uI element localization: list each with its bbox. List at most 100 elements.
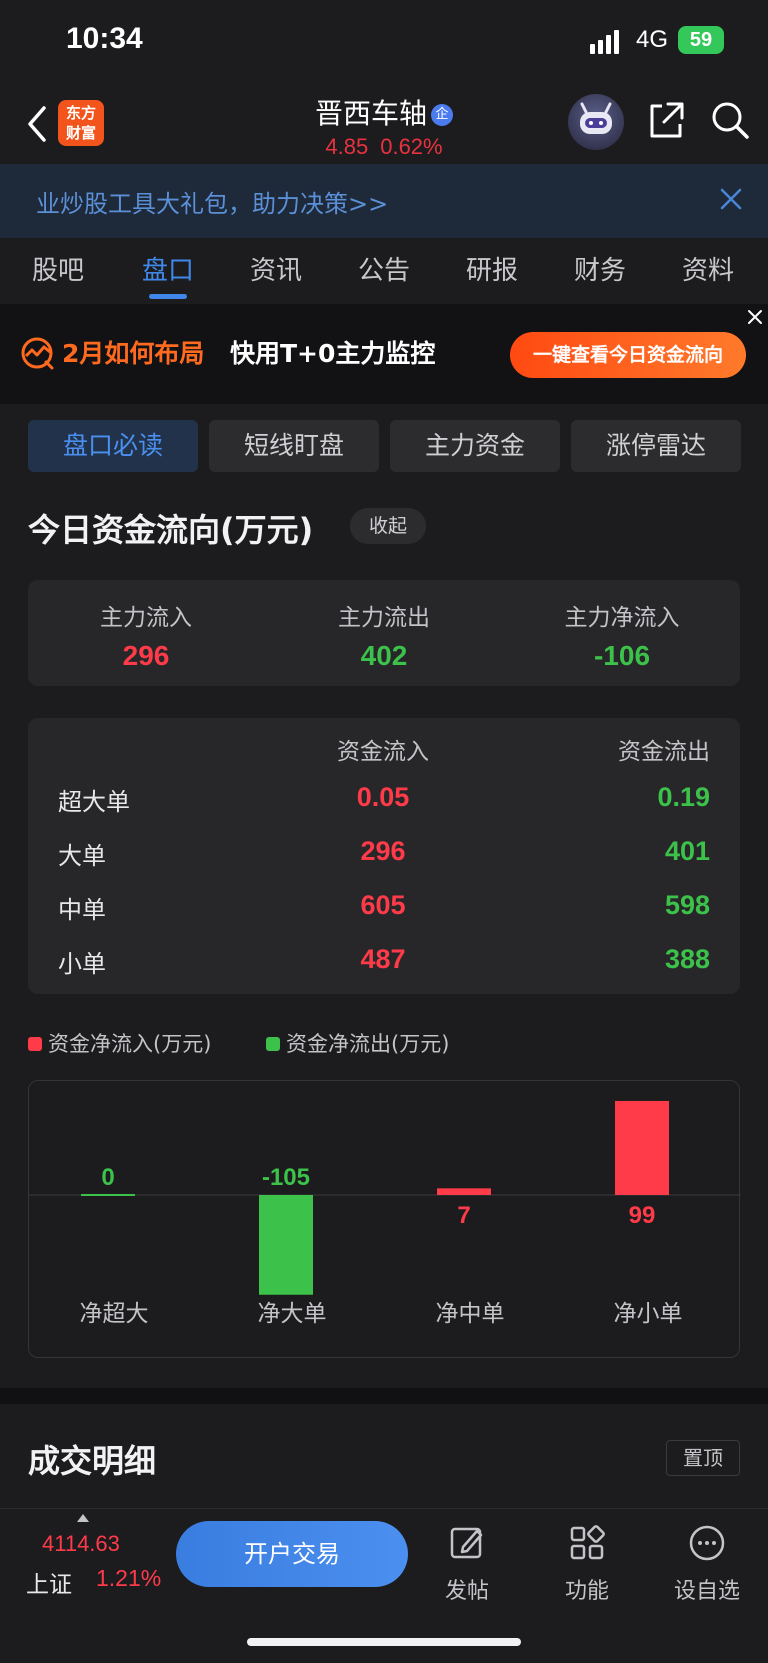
grid-icon xyxy=(570,1525,605,1560)
section-divider xyxy=(0,1388,768,1404)
enterprise-badge: 企 xyxy=(431,104,453,126)
legend-swatch-green xyxy=(266,1036,280,1051)
legend-swatch-red xyxy=(28,1036,42,1051)
main-fund-summary: 主力流入 296 主力流出 402 主力净流入 -106 xyxy=(28,580,740,686)
segment-limit-up-radar[interactable]: 涨停雷达 xyxy=(571,420,741,472)
summary-main-inflow: 主力流入 296 xyxy=(28,598,264,672)
more-icon xyxy=(689,1525,725,1561)
summary-label: 主力流入 xyxy=(100,605,192,631)
chart-value-label-1: -105 xyxy=(262,1164,310,1191)
functions-label: 功能 xyxy=(564,1579,609,1604)
signal-icon xyxy=(590,30,619,54)
share-icon[interactable] xyxy=(644,98,688,142)
chart-value-label-2: 7 xyxy=(457,1202,470,1229)
chart-bar-2 xyxy=(437,1188,491,1195)
promo-banner[interactable]: 2月如何布局 快用T+0主力监控 一键查看今日资金流向 xyxy=(0,304,768,404)
summary-value: -106 xyxy=(593,640,651,671)
summary-main-net-inflow: 主力净流入 -106 xyxy=(504,598,740,672)
fund-flow-table: 资金流入 资金流出 超大单 0.05 0.19 大单 296 401 中单 60… xyxy=(28,718,740,994)
chart-category-label-0: 净超大 xyxy=(80,1301,149,1327)
segment-main-funds[interactable]: 主力资金 xyxy=(390,420,560,472)
row-label-small: 小单 xyxy=(58,950,106,978)
functions-button[interactable]: 功能 xyxy=(542,1523,632,1605)
header-outflow: 资金流出 xyxy=(618,739,710,765)
tab-news[interactable]: 资讯 xyxy=(226,250,326,287)
tab-finance[interactable]: 财务 xyxy=(550,250,650,287)
active-tab-indicator xyxy=(149,294,187,299)
chart-category-label-3: 净小单 xyxy=(614,1301,683,1327)
chart-value-label-0: 0 xyxy=(101,1164,114,1191)
summary-label: 主力流出 xyxy=(338,605,430,631)
segment-pankou-must-read[interactable]: 盘口必读 xyxy=(28,420,198,472)
monitor-chart-icon xyxy=(21,337,54,370)
chart-bar-3 xyxy=(615,1100,669,1195)
notice-text: 业炒股工具大礼包，助力决策>> xyxy=(36,190,389,218)
status-bar: 10:34 4G 59 xyxy=(0,0,768,84)
home-indicator xyxy=(247,1638,521,1646)
row-inflow-super-large: 0.05 xyxy=(356,782,410,812)
fund-flow-title: 今日资金流向(万元) xyxy=(28,511,314,549)
row-outflow-medium: 598 xyxy=(664,890,710,920)
post-label: 发帖 xyxy=(444,1579,489,1604)
pin-top-button[interactable]: 置顶 xyxy=(666,1440,740,1476)
notice-banner[interactable]: 业炒股工具大礼包，助力决策>> xyxy=(0,164,768,238)
search-icon[interactable] xyxy=(708,98,752,142)
summary-main-outflow: 主力流出 402 xyxy=(266,598,502,672)
post-button[interactable]: 发帖 xyxy=(422,1523,512,1605)
summary-label: 主力净流入 xyxy=(564,605,680,631)
promo-subtitle: 快用T+0主力监控 xyxy=(230,339,436,368)
stock-header: 东方 财富 晋西车轴企 4.85 0.62% xyxy=(0,84,768,164)
summary-value: 296 xyxy=(122,640,170,671)
edit-icon xyxy=(450,1527,483,1559)
index-value[interactable]: 4114.63 xyxy=(42,1531,120,1557)
legend-label: 资金净流入(万元) xyxy=(48,1032,212,1056)
row-inflow-small: 487 xyxy=(360,944,406,974)
row-label-large: 大单 xyxy=(58,842,106,870)
robot-icon xyxy=(580,102,612,134)
collapse-button[interactable]: 收起 xyxy=(350,508,426,544)
tab-research[interactable]: 研报 xyxy=(442,250,542,287)
battery-icon: 59 xyxy=(678,26,724,54)
chart-bar-0 xyxy=(81,1194,135,1196)
segment-short-term-watch[interactable]: 短线盯盘 xyxy=(209,420,379,472)
header-inflow: 资金流入 xyxy=(337,739,429,765)
row-inflow-large: 296 xyxy=(360,836,406,866)
chart-value-label-3: 99 xyxy=(629,1202,656,1229)
robot-assistant-avatar[interactable] xyxy=(568,94,624,150)
tab-guba[interactable]: 股吧 xyxy=(8,250,108,287)
row-outflow-super-large: 0.19 xyxy=(657,782,710,812)
promo-title: 2月如何布局 xyxy=(62,339,205,368)
add-watchlist-button[interactable]: 设自选 xyxy=(662,1523,752,1605)
legend-label: 资金净流出(万元) xyxy=(286,1032,450,1056)
trade-detail-title: 成交明细 xyxy=(28,1442,157,1480)
status-time: 10:34 xyxy=(66,22,143,55)
row-outflow-large: 401 xyxy=(664,836,710,866)
tab-profile[interactable]: 资料 xyxy=(658,250,758,287)
close-icon[interactable] xyxy=(746,308,764,326)
row-inflow-medium: 605 xyxy=(360,890,406,920)
index-change-pct[interactable]: 1.21% xyxy=(96,1565,161,1592)
row-label-super-large: 超大单 xyxy=(58,788,130,816)
summary-value: 402 xyxy=(360,640,408,671)
stock-price: 4.85 xyxy=(325,134,369,159)
legend-net-outflow: 资金净流出(万元) xyxy=(266,1028,449,1058)
expand-up-icon[interactable] xyxy=(76,1513,90,1523)
tab-pankou[interactable]: 盘口 xyxy=(118,250,218,287)
tab-announcements[interactable]: 公告 xyxy=(334,250,434,287)
row-outflow-small: 388 xyxy=(664,944,710,974)
index-name[interactable]: 上证 xyxy=(26,1565,72,1599)
chart-bar-1 xyxy=(259,1195,313,1295)
network-type: 4G xyxy=(636,26,669,53)
stock-name: 晋西车轴 xyxy=(314,97,427,130)
open-account-trade-button[interactable]: 开户交易 xyxy=(176,1521,408,1587)
add-watchlist-label: 设自选 xyxy=(673,1579,740,1604)
net-flow-chart: 0 净超大 -105 净大单 7 净中单 99 净小单 xyxy=(28,1080,741,1358)
legend-net-inflow: 资金净流入(万元) xyxy=(28,1028,211,1058)
tab-bar: 股吧 盘口 资讯 公告 研报 财务 资料 xyxy=(0,238,768,304)
chart-category-label-2: 净中单 xyxy=(436,1301,505,1327)
close-icon[interactable] xyxy=(718,186,744,212)
stock-change-pct: 0.62% xyxy=(380,134,443,159)
view-fund-flow-button[interactable]: 一键查看今日资金流向 xyxy=(510,332,746,378)
net-flow-chart-svg: 0 净超大 -105 净大单 7 净中单 99 净小单 xyxy=(29,1100,741,1327)
chart-category-label-1: 净大单 xyxy=(258,1301,327,1327)
